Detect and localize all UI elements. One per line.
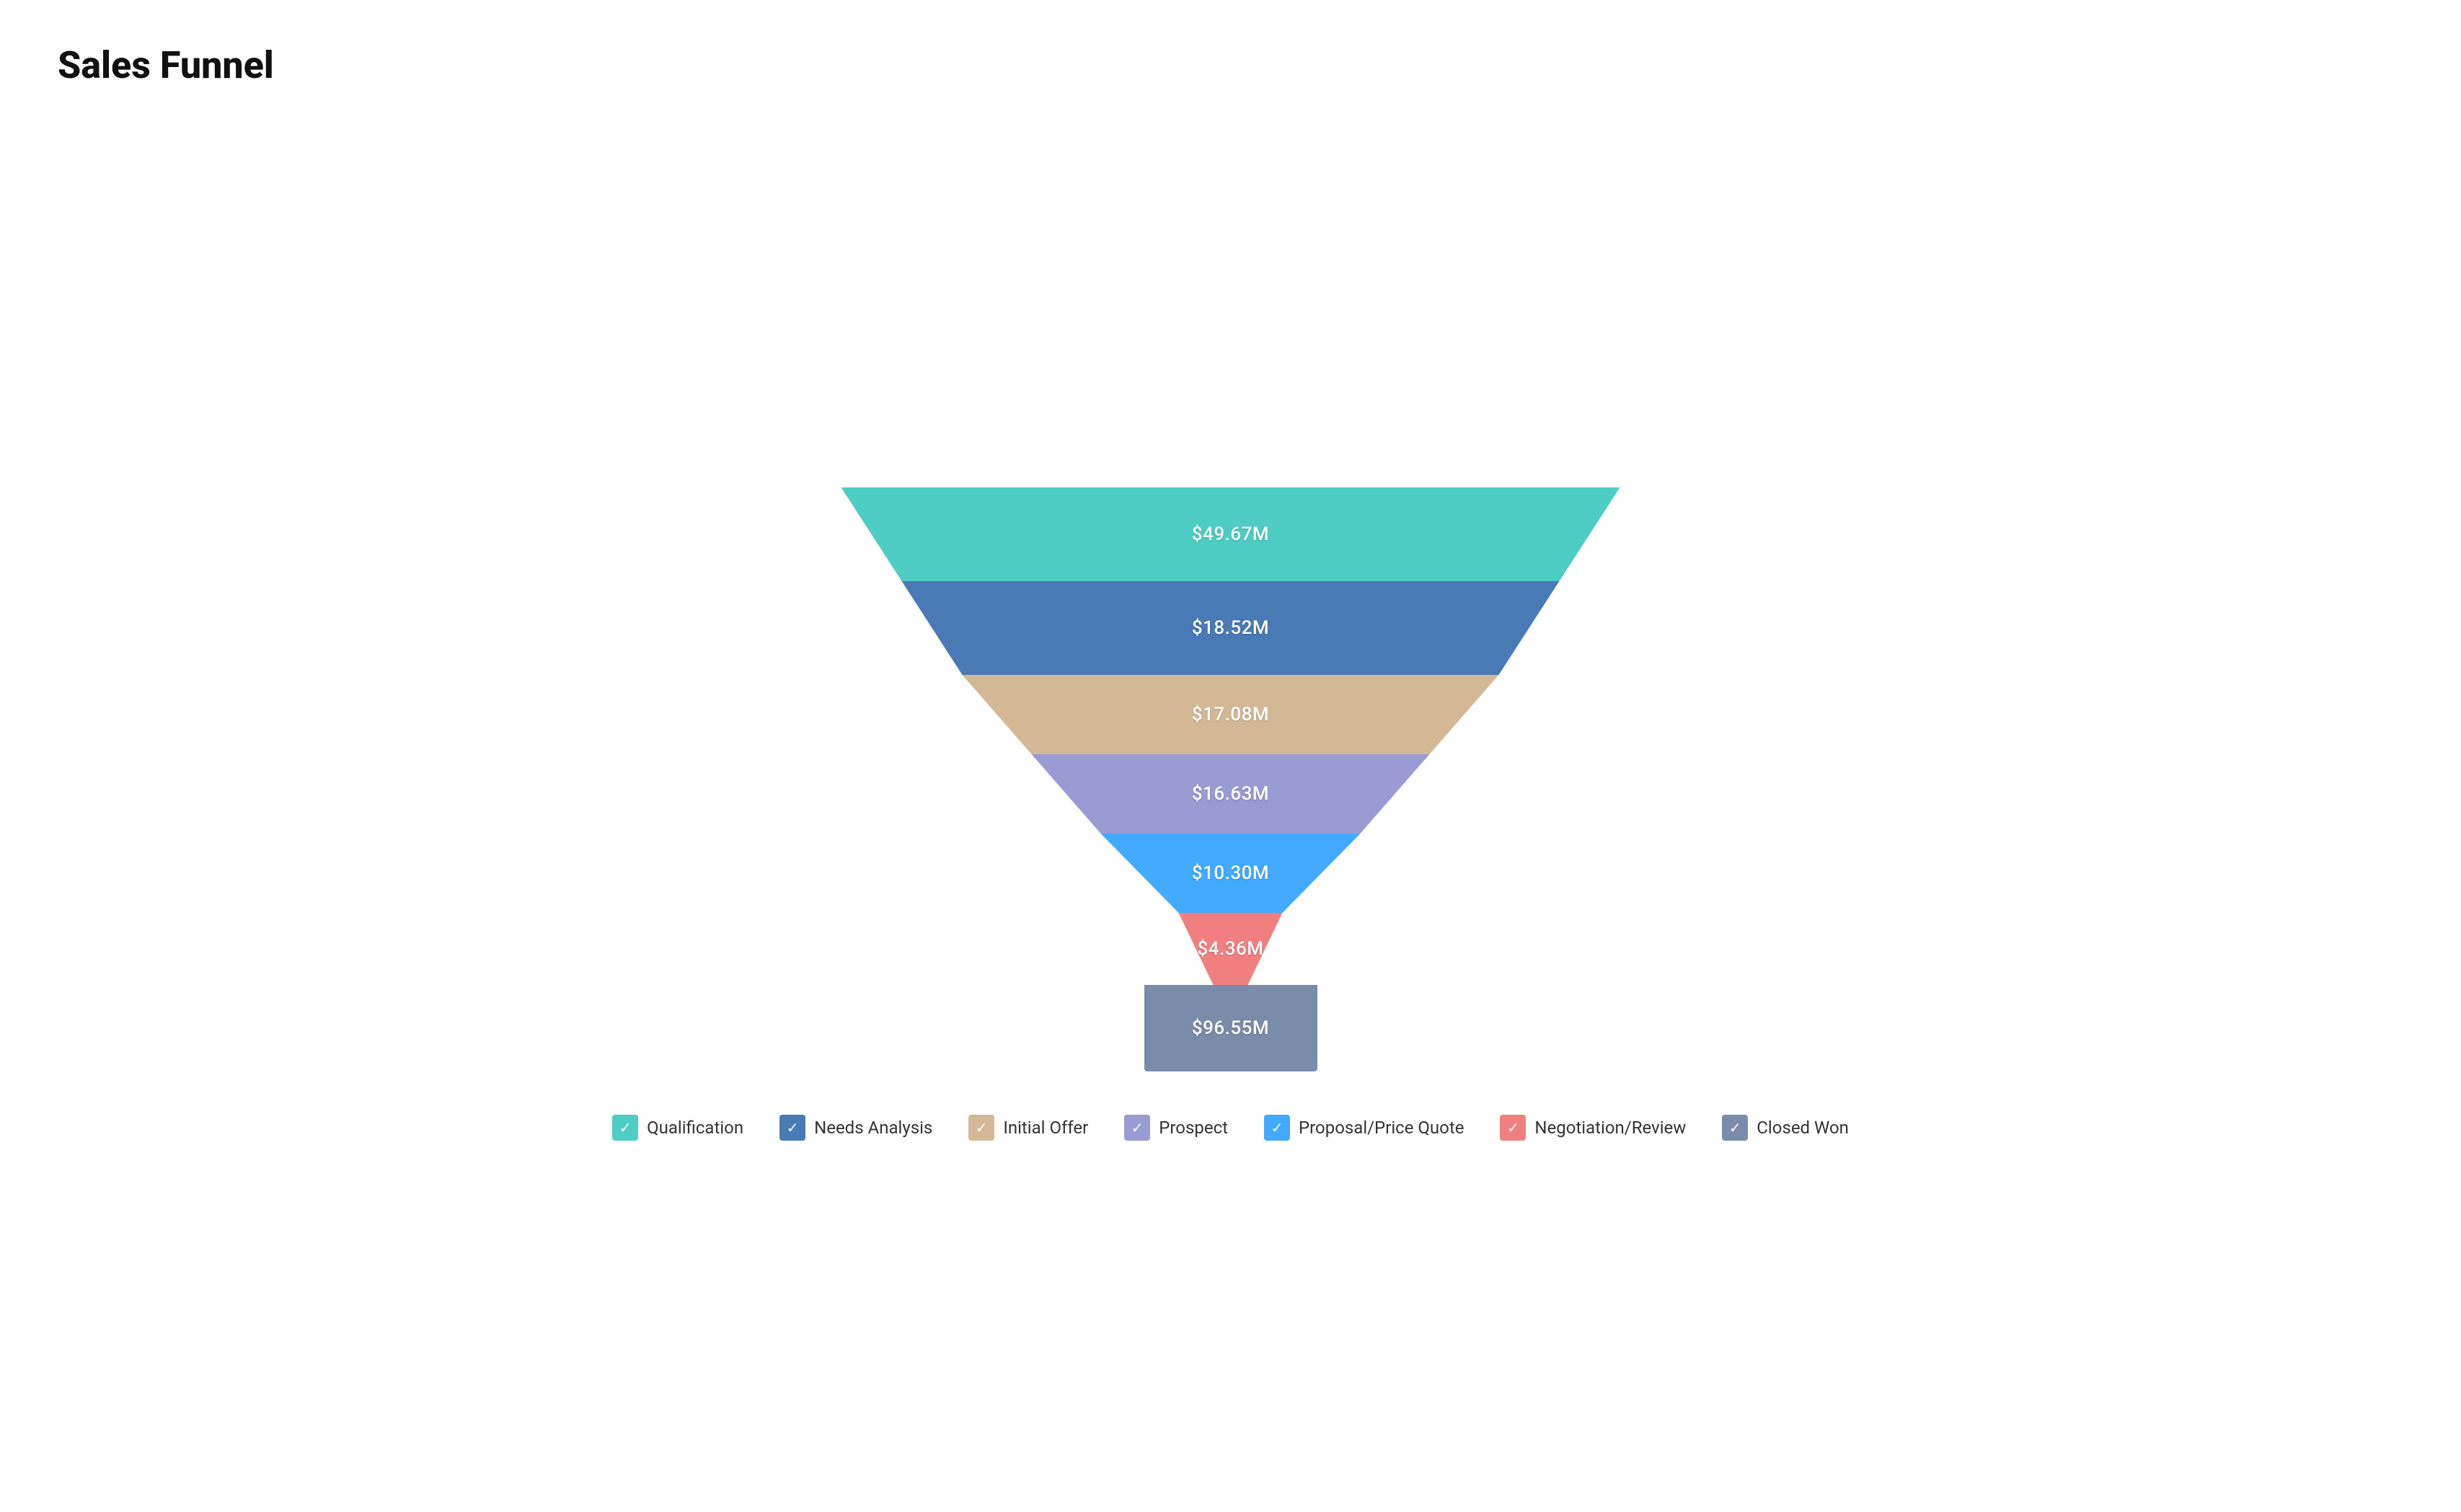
funnel-label-needs-analysis: $18.52M [1192,617,1269,639]
funnel-chart: $49.67M $18.52M $17.08M $16.63M $10.30M … [58,487,2403,1071]
chart-legend: ✓ Qualification ✓ Needs Analysis ✓ Initi… [612,1115,1849,1141]
legend-item-initial-offer: ✓ Initial Offer [968,1115,1088,1141]
chart-area: $49.67M $18.52M $17.08M $16.63M $10.30M … [58,131,2403,1469]
legend-check-proposal-price-quote: ✓ [1264,1115,1290,1141]
legend-item-qualification: ✓ Qualification [612,1115,743,1141]
legend-label-qualification: Qualification [647,1118,743,1138]
funnel-label-closed-won: $96.55M [1192,1017,1269,1039]
funnel-segment-negotiation-review: $4.36M [798,913,1664,985]
legend-check-needs-analysis: ✓ [779,1115,805,1141]
funnel-label-qualification: $49.67M [1192,523,1269,545]
legend-label-closed-won: Closed Won [1757,1118,1849,1138]
funnel-segment-qualification: $49.67M [798,487,1664,581]
funnel-segment-closed-won: $96.55M [1144,985,1317,1071]
funnel-label-proposal-price-quote: $10.30M [1192,862,1269,884]
funnel-label-negotiation-review: $4.36M [1197,938,1263,960]
legend-item-proposal-price-quote: ✓ Proposal/Price Quote [1264,1115,1464,1141]
funnel-segment-needs-analysis: $18.52M [798,581,1664,675]
legend-label-negotiation-review: Negotiation/Review [1534,1118,1686,1138]
legend-check-qualification: ✓ [612,1115,638,1141]
legend-check-initial-offer: ✓ [968,1115,994,1141]
funnel-label-prospect: $16.63M [1192,783,1269,805]
funnel-label-initial-offer: $17.08M [1192,704,1269,725]
legend-label-prospect: Prospect [1159,1118,1228,1138]
legend-check-closed-won: ✓ [1722,1115,1748,1141]
legend-check-negotiation-review: ✓ [1500,1115,1526,1141]
funnel-segment-initial-offer: $17.08M [798,675,1664,754]
page-title: Sales Funnel [58,43,2403,87]
funnel-segment-prospect: $16.63M [798,754,1664,834]
legend-item-prospect: ✓ Prospect [1124,1115,1228,1141]
legend-check-prospect: ✓ [1124,1115,1150,1141]
legend-item-negotiation-review: ✓ Negotiation/Review [1500,1115,1686,1141]
legend-label-proposal-price-quote: Proposal/Price Quote [1299,1118,1464,1138]
legend-item-needs-analysis: ✓ Needs Analysis [779,1115,932,1141]
legend-label-initial-offer: Initial Offer [1003,1118,1088,1138]
legend-item-closed-won: ✓ Closed Won [1722,1115,1849,1141]
funnel-segment-proposal-price-quote: $10.30M [798,834,1664,913]
legend-label-needs-analysis: Needs Analysis [814,1118,932,1138]
